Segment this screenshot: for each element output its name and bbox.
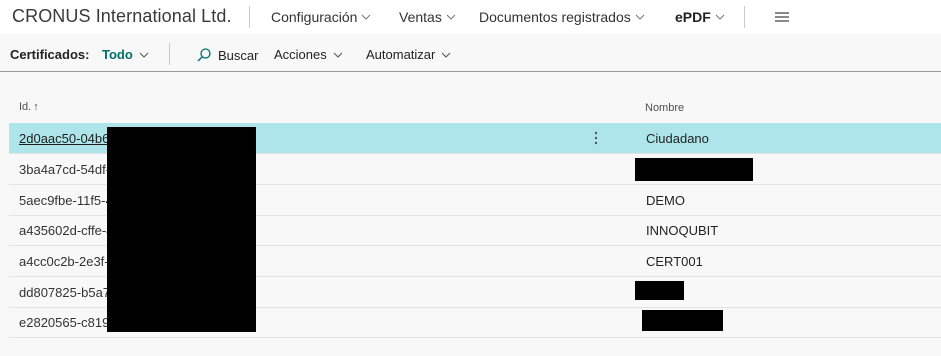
action-separator (169, 43, 170, 65)
redaction-block-name (635, 158, 753, 181)
actions-menu-button[interactable]: Acciones (274, 47, 343, 62)
nav-item-configuracion[interactable]: Configuración (271, 9, 371, 25)
redaction-block-name (635, 281, 684, 300)
sort-ascending-icon: ↑ (33, 101, 39, 113)
nav-item-label: Configuración (271, 9, 358, 25)
column-header-name[interactable]: Nombre (645, 102, 684, 114)
row-id[interactable]: 2d0aac50-04b6- (19, 131, 114, 146)
action-bar-divider (0, 71, 941, 72)
automate-menu-button[interactable]: Automatizar (366, 47, 451, 62)
nav-separator (744, 6, 745, 28)
nav-item-documentos-registrados[interactable]: Documentos registrados (479, 9, 645, 25)
chevron-down-icon (441, 50, 451, 60)
row-id[interactable]: a435602d-cffe-4 (19, 223, 113, 238)
search-button[interactable]: Buscar (196, 47, 258, 63)
chevron-down-icon (139, 50, 149, 60)
actions-label: Acciones (274, 47, 327, 62)
nav-item-label: Documentos registrados (479, 9, 631, 25)
automate-label: Automatizar (366, 47, 436, 62)
row-name: CERT001 (646, 254, 703, 269)
redaction-block-ids (107, 127, 256, 332)
search-icon (196, 47, 212, 63)
app-title[interactable]: CRONUS International Ltd. (12, 6, 232, 27)
row-id[interactable]: e2820565-c819- (19, 315, 114, 330)
hamburger-icon[interactable] (774, 10, 790, 24)
filter-label: Todo (102, 47, 133, 62)
chevron-down-icon (715, 12, 725, 22)
row-name: INNOQUBIT (646, 223, 719, 238)
row-name: Ciudadano (646, 131, 709, 146)
row-id[interactable]: 5aec9fbe-11f5-4 (19, 193, 113, 208)
chevron-down-icon (361, 12, 371, 22)
nav-item-ventas[interactable]: Ventas (399, 9, 456, 25)
row-name: DEMO (646, 193, 685, 208)
redaction-block-name (642, 310, 723, 331)
nav-item-epdf[interactable]: ePDF (675, 9, 725, 25)
nav-item-label: Ventas (399, 9, 442, 25)
page-caption: Certificados: (10, 47, 90, 62)
column-header-id[interactable]: Id. ↑ (19, 101, 39, 113)
row-more-icon[interactable] (592, 130, 600, 146)
column-header-id-label: Id. (19, 101, 32, 113)
chevron-down-icon (446, 12, 456, 22)
nav-item-label: ePDF (675, 9, 711, 25)
search-label: Buscar (218, 47, 259, 63)
row-id[interactable]: dd807825-b5a7 (19, 285, 110, 300)
chevron-down-icon (333, 50, 343, 60)
row-id[interactable]: 3ba4a7cd-54df- (19, 162, 110, 177)
nav-separator (249, 6, 250, 28)
chevron-down-icon (635, 12, 645, 22)
row-id[interactable]: a4cc0c2b-2e3f-4 (19, 254, 116, 269)
filter-dropdown[interactable]: Todo (102, 47, 149, 62)
